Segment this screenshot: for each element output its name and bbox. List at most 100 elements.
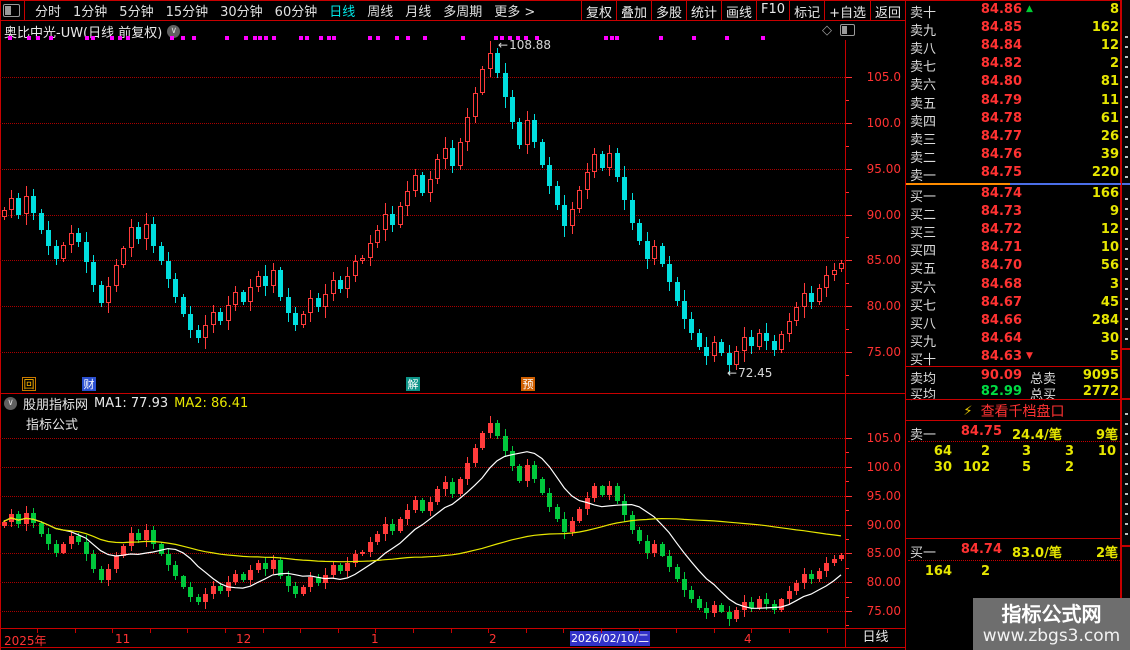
axis-tick [846, 214, 852, 216]
queue-volume: 2 [980, 564, 990, 579]
candle [114, 264, 119, 286]
sell-row-6[interactable]: 卖六 84.80 81 [906, 74, 1122, 93]
date-tick [639, 629, 640, 633]
candle [637, 222, 642, 242]
candle [630, 199, 635, 223]
queue-volume: 3 [1064, 444, 1074, 459]
sell-row-10[interactable]: 卖十 84.86 8 ▲ [906, 2, 1122, 21]
buy-row-1[interactable]: 买一 84.74 166 [906, 186, 1122, 205]
candle [241, 292, 246, 303]
order-level-label: 买三 [910, 226, 937, 242]
buy-row-9[interactable]: 买九 84.64 30 [906, 331, 1122, 350]
sell-row-5[interactable]: 卖五 84.79 11 [906, 93, 1122, 112]
order-price: 84.70 [980, 258, 1022, 274]
event-marker-预[interactable]: 预 [521, 377, 535, 391]
price-tick-label: 80.00 [866, 575, 901, 590]
signal-dot [332, 36, 336, 40]
sell-row-3[interactable]: 卖三 84.77 26 [906, 128, 1122, 148]
candle [734, 351, 739, 365]
candle [660, 245, 665, 264]
candle [577, 189, 582, 209]
trough-value: 72.45 [738, 366, 773, 380]
order-volume: 8 [1109, 2, 1119, 17]
buy-row-7[interactable]: 买七 84.67 45 [906, 295, 1122, 314]
candle [555, 186, 560, 206]
signal-dot [272, 36, 276, 40]
sub-price-axis: 105.0 100.0 95.00 90.00 85.00 80.00 75.00 [845, 393, 905, 628]
sell-row-4[interactable]: 卖四 84.78 61 [906, 110, 1122, 130]
event-marker-回[interactable]: 回 [22, 377, 36, 391]
side-tab-strip[interactable] [1121, 0, 1130, 650]
axis-minor-tick [846, 191, 849, 193]
buy-row-4[interactable]: 买四 84.71 10 [906, 240, 1122, 259]
sell-row-1[interactable]: 卖一 84.75 220 [906, 164, 1122, 184]
vertical-tab-text [1125, 405, 1128, 535]
candle [824, 275, 829, 288]
indicator-chart[interactable] [0, 393, 845, 628]
main-candle-chart[interactable] [0, 40, 845, 393]
signal-dot [659, 36, 663, 40]
buy1-per-order: 83.0/笔 [1012, 546, 1062, 561]
signal-dot [118, 36, 122, 40]
signal-dot [461, 36, 465, 40]
peak-annotation: 108.88 [498, 38, 551, 52]
candle [188, 314, 193, 330]
order-level-label: 买九 [910, 334, 937, 350]
ma-line-MA1 [3, 451, 842, 609]
axis-minor-tick [846, 567, 849, 569]
date-tick [526, 629, 527, 633]
candle [540, 142, 545, 165]
buy-row-6[interactable]: 买六 84.68 3 [906, 277, 1122, 296]
signal-dot [244, 36, 248, 40]
buy-row-10[interactable]: 买十 84.63 5 ▼ [906, 348, 1122, 368]
queue-volume: 2 [980, 444, 990, 459]
axis-minor-tick [846, 374, 849, 376]
buy-row-3[interactable]: 买三 84.72 12 [906, 222, 1122, 242]
axis-minor-tick [846, 145, 849, 147]
axis-tick [846, 582, 852, 584]
candle [742, 337, 747, 352]
date-label-2: 2 [489, 632, 497, 646]
signal-dot [36, 36, 40, 40]
buy-row-5[interactable]: 买五 84.70 56 [906, 258, 1122, 277]
candle [592, 154, 597, 173]
sell-row-9[interactable]: 卖九 84.85 162 [906, 20, 1122, 39]
date-tick [563, 629, 564, 633]
candle [353, 261, 358, 276]
candle [817, 287, 822, 302]
sell-row-7[interactable]: 卖七 84.82 2 [906, 56, 1122, 75]
candle [278, 270, 283, 297]
order-price: 84.85 [980, 20, 1022, 36]
order-price: 84.75 [980, 164, 1022, 180]
watermark: 指标公式网 www.zbgs3.com [973, 598, 1130, 650]
order-volume: 26 [1100, 128, 1119, 144]
buy1-detail-row[interactable]: 买一 84.74 83.0/笔 2笔 [906, 542, 1122, 561]
sell1-detail-row[interactable]: 卖一 84.75 24.4/笔 9笔 [906, 424, 1122, 443]
toolbar-button-返回[interactable]: 返回 [869, 0, 905, 21]
buy-row-2[interactable]: 买二 84.73 9 [906, 204, 1122, 223]
gridline [0, 306, 845, 308]
event-marker-解[interactable]: 解 [406, 377, 420, 391]
sell-row-2[interactable]: 卖二 84.76 39 [906, 147, 1122, 166]
order-volume: 12 [1100, 38, 1119, 54]
candle [16, 198, 21, 215]
candle [458, 142, 463, 166]
cursor-date-chip[interactable]: 2026/02/10/二 [570, 631, 650, 646]
date-tick [112, 629, 113, 633]
period-label[interactable]: 日线 [845, 629, 905, 647]
axis-minor-tick [846, 625, 849, 627]
order-price: 84.78 [980, 110, 1022, 126]
candle [682, 300, 687, 319]
sell-row-8[interactable]: 卖八 84.84 12 [906, 38, 1122, 57]
buy-row-8[interactable]: 买八 84.66 284 [906, 313, 1122, 332]
level2-link[interactable]: 查看千档盘口 [906, 402, 1122, 420]
candle [645, 241, 650, 260]
event-marker-财[interactable]: 财 [82, 377, 96, 391]
axis-tick [846, 168, 852, 170]
order-volume: 5 [1109, 348, 1119, 364]
signal-dot [8, 36, 12, 40]
axis-tick [846, 306, 852, 308]
signal-dot [85, 36, 89, 40]
signal-dot [725, 36, 729, 40]
queue-volume: 3 [1021, 444, 1031, 459]
